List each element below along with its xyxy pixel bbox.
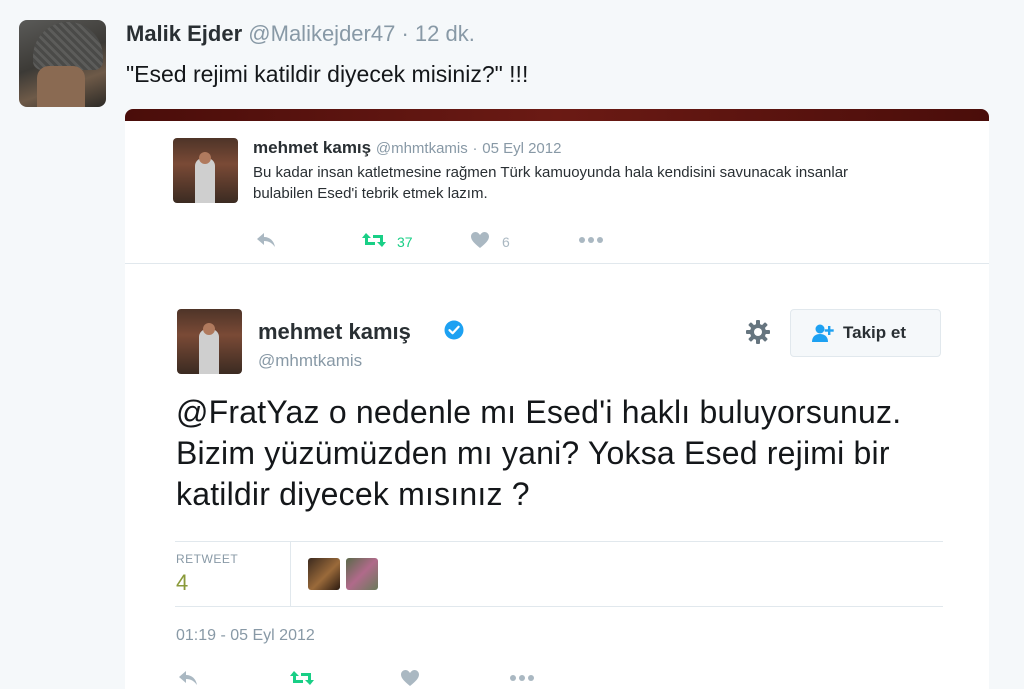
tweet-header: Malik Ejder @Malikejder47 · 12 dk. <box>126 21 475 47</box>
quoted-tweet-text: Bu kadar insan katletmesine rağmen Türk … <box>253 164 849 202</box>
quoted-date[interactable]: 05 Eyl 2012 <box>482 140 561 157</box>
follow-icon <box>812 324 834 342</box>
embedded-tweet-card: mehmet kamış @mhmtkamis · 05 Eyl 2012 Bu… <box>125 109 989 689</box>
follow-label: Takip et <box>843 323 906 342</box>
quoted-tweet-header: mehmet kamış @mhmtkamis · 05 Eyl 2012 <box>253 138 561 158</box>
quoted-author-name[interactable]: mehmet kamış <box>253 138 371 157</box>
tweet-time[interactable]: 12 dk. <box>415 21 475 46</box>
gear-icon[interactable] <box>745 319 771 345</box>
quoted-separator: · <box>472 140 478 157</box>
tweet-stats: RETWEET 4 <box>175 541 943 607</box>
reply-icon[interactable] <box>255 231 277 252</box>
header-separator: · <box>401 21 409 46</box>
tweet-text: "Esed rejimi katildir diyecek misiniz?" … <box>126 61 529 87</box>
main-tweet-timestamp[interactable]: 01:19 - 05 Eyl 2012 <box>176 627 315 645</box>
quoted-author-handle[interactable]: @mhmtkamis <box>376 140 468 157</box>
like-icon[interactable] <box>400 669 420 687</box>
quoted-retweet-count: 37 <box>397 234 413 250</box>
quoted-like-count: 6 <box>502 234 510 250</box>
retweet-icon[interactable] <box>289 669 315 687</box>
main-author-avatar[interactable] <box>177 309 242 374</box>
stats-divider <box>290 542 291 606</box>
reply-icon[interactable] <box>177 669 199 687</box>
main-author-name[interactable]: mehmet kamış <box>258 319 411 345</box>
main-author-handle[interactable]: @mhmtkamis <box>258 351 362 371</box>
more-icon[interactable] <box>509 669 535 687</box>
main-tweet-text: @FratYaz o nedenle mı Esed'i haklı buluy… <box>176 394 902 512</box>
card-header-bar <box>125 109 989 121</box>
retweet-stat-label[interactable]: RETWEET <box>176 552 238 566</box>
retweeter-avatar[interactable] <box>346 558 378 590</box>
retweet-stat-count[interactable]: 4 <box>176 570 188 596</box>
follow-button[interactable]: Takip et <box>790 309 941 357</box>
more-icon[interactable] <box>578 231 604 252</box>
retweeter-avatar[interactable] <box>308 558 340 590</box>
tweet-author-handle[interactable]: @Malikejder47 <box>248 21 395 46</box>
verified-icon <box>444 320 464 340</box>
tweet-author-name[interactable]: Malik Ejder <box>126 21 242 46</box>
quoted-author-avatar[interactable] <box>173 138 238 203</box>
tweet-author-avatar[interactable] <box>19 20 106 107</box>
like-icon[interactable] <box>470 231 490 252</box>
retweet-icon[interactable] <box>361 231 387 252</box>
quoted-tweet[interactable]: mehmet kamış @mhmtkamis · 05 Eyl 2012 Bu… <box>125 121 989 264</box>
